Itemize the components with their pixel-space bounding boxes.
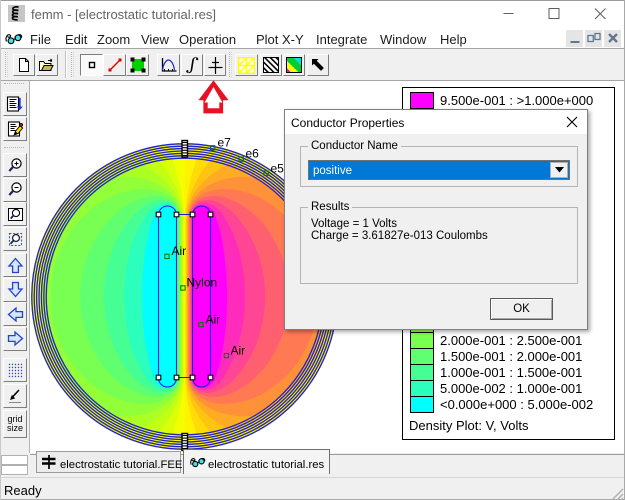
svg-text:e6: e6	[246, 147, 260, 161]
svg-text:Air: Air	[172, 244, 187, 258]
svg-text:Air: Air	[231, 344, 246, 358]
svg-text:e5: e5	[271, 162, 285, 176]
svg-text:Nylon: Nylon	[187, 276, 218, 290]
svg-text:e7: e7	[218, 136, 232, 150]
svg-text:Air: Air	[206, 313, 221, 327]
